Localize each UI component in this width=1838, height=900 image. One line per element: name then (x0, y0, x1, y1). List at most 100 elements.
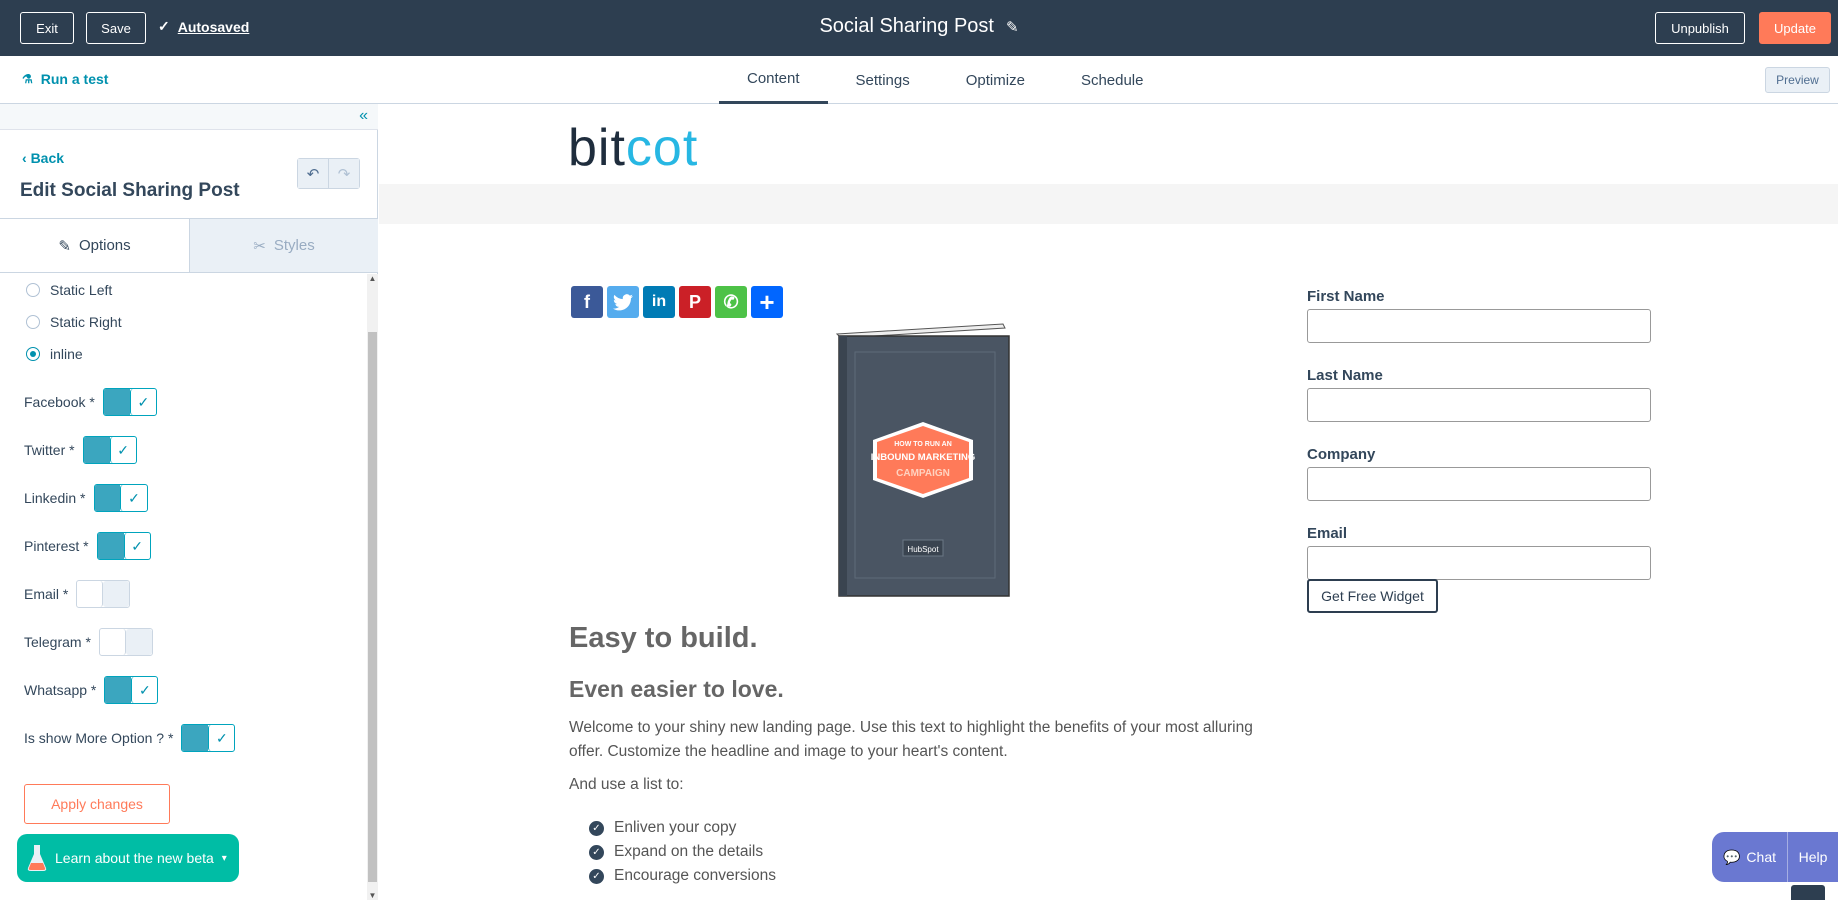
caret-down-icon: ▾ (221, 852, 227, 864)
twitter-icon[interactable] (607, 286, 639, 318)
tab-options[interactable]: ✎ Options (0, 219, 189, 272)
page-title[interactable]: Social Sharing Post ✎ (819, 15, 1018, 38)
telegram-toggle[interactable] (98, 628, 153, 656)
page-preview: bitcot f in P ✆ + HOW TO RUN AN INBOUND … (379, 104, 1838, 900)
styles-icon: ✂ (253, 237, 266, 255)
pencil-icon: ✎ (58, 237, 71, 255)
tab-schedule[interactable]: Schedule (1053, 56, 1172, 104)
email-toggle[interactable] (76, 580, 131, 608)
facebook-toggle[interactable]: ✓ (102, 388, 157, 416)
ebook-cover-image: HOW TO RUN AN INBOUND MARKETING CAMPAIGN… (835, 323, 1010, 597)
radio-button[interactable] (26, 283, 40, 297)
learn-beta-button[interactable]: Learn about the new beta ▾ (17, 834, 239, 882)
toggle-row-facebook: Facebook * ✓ (24, 388, 157, 416)
pinterest-toggle[interactable]: ✓ (96, 532, 151, 560)
chat-button[interactable]: 💬 Chat (1712, 832, 1788, 882)
twitter-toggle[interactable]: ✓ (82, 436, 137, 464)
check-circle-icon: ✓ (589, 844, 604, 860)
scroll-up-arrow-icon[interactable]: ▲ (368, 274, 377, 283)
sub-nav: ⚗ Run a test Content Settings Optimize S… (0, 56, 1838, 104)
autosaved-label: Autosaved (177, 18, 250, 35)
run-test-label: Run a test (40, 71, 109, 87)
twitter-bird-icon (613, 293, 633, 310)
linkedin-toggle[interactable]: ✓ (93, 484, 148, 512)
toggle-row-email: Email * (24, 580, 131, 608)
pinterest-icon[interactable]: P (679, 286, 711, 318)
undo-icon[interactable]: ↶ (298, 159, 328, 188)
apply-changes-button[interactable]: Apply changes (24, 784, 170, 824)
sidebar-title: Edit Social Sharing Post (20, 180, 240, 201)
pencil-icon[interactable]: ✎ (1006, 18, 1019, 36)
tab-optimize[interactable]: Optimize (938, 56, 1053, 104)
linkedin-icon[interactable]: in (643, 286, 675, 318)
whatsapp-icon[interactable]: ✆ (715, 286, 747, 318)
redo-icon[interactable]: ↷ (328, 159, 359, 188)
check-icon: ✓ (123, 533, 150, 559)
tab-styles[interactable]: ✂ Styles (189, 219, 378, 272)
list-item: ✓ Enliven your copy (589, 816, 776, 840)
flask-icon: ⚗ (22, 72, 33, 86)
toggle-label: Twitter * (24, 442, 75, 458)
heading-easier-to-love: Even easier to love. (569, 676, 784, 702)
whatsapp-toggle[interactable]: ✓ (104, 676, 159, 704)
list-item-text: Encourage conversions (614, 867, 776, 884)
last-name-field[interactable] (1307, 388, 1651, 422)
radio-inline[interactable]: inline (26, 346, 83, 362)
exit-button[interactable]: Exit (20, 12, 74, 44)
toggle-row-pinterest: Pinterest * ✓ (24, 532, 151, 560)
check-icon: ✓ (208, 725, 235, 751)
collapse-icon[interactable]: « (359, 107, 368, 125)
header-band (379, 184, 1838, 224)
get-free-widget-button[interactable]: Get Free Widget (1307, 579, 1438, 613)
radio-label: Static Left (50, 282, 113, 298)
first-name-field[interactable] (1307, 309, 1651, 343)
tab-styles-label: Styles (273, 237, 315, 254)
update-button[interactable]: Update (1759, 12, 1831, 44)
company-field[interactable] (1307, 467, 1651, 501)
toggle-row-telegram: Telegram * (24, 628, 153, 656)
radio-static-right[interactable]: Static Right (26, 314, 122, 330)
toggle-row-linkedin: Linkedin * ✓ (24, 484, 148, 512)
radio-button[interactable] (26, 347, 40, 361)
social-share-bar: f in P ✆ + (571, 286, 783, 318)
back-label: Back (30, 150, 65, 166)
corner-tab[interactable] (1791, 885, 1825, 900)
run-test-link[interactable]: ⚗ Run a test (22, 71, 108, 87)
undo-redo-group: ↶ ↷ (297, 158, 360, 189)
check-icon: ✓ (109, 437, 136, 463)
autosaved-status[interactable]: ✓ Autosaved (158, 18, 249, 35)
radio-static-left[interactable]: Static Left (26, 282, 112, 298)
email-field[interactable] (1307, 546, 1651, 580)
toggle-label: Is show More Option ? * (24, 730, 174, 746)
list-item: ✓ Expand on the details (589, 840, 776, 864)
book-title-line-1: HOW TO RUN AN (894, 441, 952, 448)
help-button[interactable]: Help (1788, 832, 1838, 882)
tab-content[interactable]: Content (719, 56, 828, 104)
show-more-toggle[interactable]: ✓ (181, 724, 236, 752)
tab-options-label: Options (78, 237, 131, 254)
unpublish-button[interactable]: Unpublish (1655, 12, 1745, 44)
back-link[interactable]: ‹ Back (22, 150, 64, 166)
scroll-thumb[interactable] (368, 332, 377, 882)
flask-icon (27, 845, 47, 871)
check-circle-icon: ✓ (589, 820, 604, 836)
heading-easy-to-build: Easy to build. (569, 622, 758, 654)
chat-label: Chat (1746, 849, 1776, 865)
tab-settings[interactable]: Settings (828, 56, 938, 104)
radio-button[interactable] (26, 315, 40, 329)
book-brand: HubSpot (907, 545, 939, 554)
check-icon: ✓ (131, 677, 158, 703)
check-icon: ✓ (129, 389, 156, 415)
last-name-label: Last Name (1307, 367, 1383, 384)
facebook-icon[interactable]: f (571, 286, 603, 318)
scroll-down-arrow-icon[interactable]: ▼ (368, 891, 377, 900)
more-share-icon[interactable]: + (751, 286, 783, 318)
preview-button[interactable]: Preview (1765, 67, 1830, 93)
list-item: ✓ Encourage conversions (589, 864, 776, 888)
check-icon: ✓ (158, 18, 170, 34)
editor-tabs: Content Settings Optimize Schedule (719, 56, 1172, 104)
save-button[interactable]: Save (86, 12, 146, 44)
email-label: Email (1307, 525, 1348, 542)
company-label: Company (1307, 446, 1376, 463)
sidebar-scrollbar[interactable]: ▲ ▼ (367, 274, 378, 900)
